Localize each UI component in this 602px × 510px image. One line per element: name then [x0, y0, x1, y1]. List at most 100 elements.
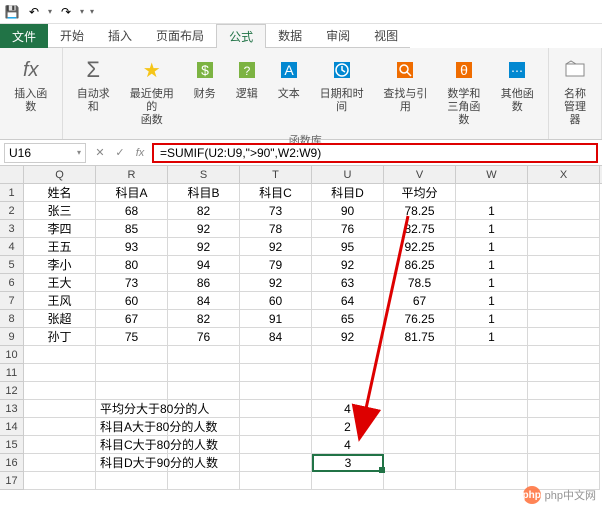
redo-dropdown-icon[interactable]: ▾: [80, 7, 84, 16]
row-header[interactable]: 5: [0, 256, 23, 274]
cell[interactable]: [528, 346, 600, 364]
cell[interactable]: 81.75: [384, 328, 456, 346]
row-header[interactable]: 15: [0, 436, 23, 454]
cell[interactable]: [168, 382, 240, 400]
cell[interactable]: [456, 400, 528, 418]
cell[interactable]: 76: [168, 328, 240, 346]
tab-formulas[interactable]: 公式: [216, 24, 266, 48]
cell[interactable]: 张超: [24, 310, 96, 328]
cell[interactable]: 92.25: [384, 238, 456, 256]
cell[interactable]: 王风: [24, 292, 96, 310]
cell[interactable]: [312, 472, 384, 490]
cell[interactable]: 86.25: [384, 256, 456, 274]
cell[interactable]: 1: [456, 310, 528, 328]
cell[interactable]: 84: [240, 328, 312, 346]
more-functions-button[interactable]: ⋯ 其他函数: [493, 52, 542, 130]
cell[interactable]: [528, 184, 600, 202]
cell[interactable]: [528, 382, 600, 400]
cell[interactable]: 1: [456, 274, 528, 292]
datetime-button[interactable]: 日期和时间: [312, 52, 372, 130]
cell[interactable]: 73: [240, 202, 312, 220]
cell[interactable]: 93: [96, 238, 168, 256]
cell[interactable]: [24, 454, 96, 472]
cell[interactable]: 82: [168, 310, 240, 328]
row-header[interactable]: 16: [0, 454, 23, 472]
cell[interactable]: [456, 418, 528, 436]
cell[interactable]: 80: [96, 256, 168, 274]
chevron-down-icon[interactable]: ▾: [77, 148, 81, 157]
cell[interactable]: [528, 274, 600, 292]
cell[interactable]: 科目D大于90分的人数: [96, 454, 168, 472]
cell[interactable]: 李小: [24, 256, 96, 274]
cell[interactable]: 1: [456, 220, 528, 238]
cell[interactable]: [312, 382, 384, 400]
cell[interactable]: 78.25: [384, 202, 456, 220]
column-header[interactable]: V: [384, 166, 456, 183]
cell[interactable]: 67: [96, 310, 168, 328]
logical-button[interactable]: ? 逻辑: [228, 52, 266, 130]
cell[interactable]: [456, 364, 528, 382]
undo-icon[interactable]: ↶: [26, 4, 42, 20]
cell[interactable]: [168, 454, 240, 472]
cell[interactable]: [384, 436, 456, 454]
cell[interactable]: 79: [240, 256, 312, 274]
cell[interactable]: 92: [312, 328, 384, 346]
cell[interactable]: [528, 328, 600, 346]
cell[interactable]: [168, 436, 240, 454]
row-header[interactable]: 6: [0, 274, 23, 292]
column-header[interactable]: R: [96, 166, 168, 183]
cell[interactable]: 王五: [24, 238, 96, 256]
save-icon[interactable]: 💾: [4, 4, 20, 20]
row-header[interactable]: 8: [0, 310, 23, 328]
cell[interactable]: 1: [456, 202, 528, 220]
cell[interactable]: [528, 292, 600, 310]
cell[interactable]: 85: [96, 220, 168, 238]
autosum-button[interactable]: Σ 自动求和: [69, 52, 118, 130]
insert-function-button[interactable]: fx 插入函数: [6, 52, 56, 137]
math-button[interactable]: θ 数学和 三角函数: [439, 52, 488, 130]
cell[interactable]: [240, 346, 312, 364]
cell[interactable]: [240, 436, 312, 454]
row-header[interactable]: 13: [0, 400, 23, 418]
column-header[interactable]: S: [168, 166, 240, 183]
cell[interactable]: 1: [456, 238, 528, 256]
cell[interactable]: [96, 346, 168, 364]
cell[interactable]: 90: [312, 202, 384, 220]
cell[interactable]: 92: [240, 274, 312, 292]
cell[interactable]: 1: [456, 328, 528, 346]
select-all-corner[interactable]: [0, 166, 24, 184]
tab-layout[interactable]: 页面布局: [144, 24, 216, 48]
cell[interactable]: [384, 472, 456, 490]
row-header[interactable]: 14: [0, 418, 23, 436]
cell[interactable]: 91: [240, 310, 312, 328]
cell[interactable]: [240, 400, 312, 418]
cell[interactable]: 67: [384, 292, 456, 310]
cell[interactable]: [456, 454, 528, 472]
row-header[interactable]: 7: [0, 292, 23, 310]
cell[interactable]: [384, 400, 456, 418]
cell[interactable]: [456, 472, 528, 490]
cell[interactable]: 孙丁: [24, 328, 96, 346]
undo-dropdown-icon[interactable]: ▾: [48, 7, 52, 16]
cell[interactable]: 60: [96, 292, 168, 310]
cell[interactable]: 92: [240, 238, 312, 256]
cell[interactable]: [528, 220, 600, 238]
cell[interactable]: 64: [312, 292, 384, 310]
cell[interactable]: [96, 382, 168, 400]
cell[interactable]: [528, 364, 600, 382]
cell[interactable]: [240, 454, 312, 472]
cancel-formula-button[interactable]: ✕: [90, 143, 110, 163]
cell[interactable]: [24, 472, 96, 490]
cell[interactable]: [240, 382, 312, 400]
cell[interactable]: 94: [168, 256, 240, 274]
cell[interactable]: [24, 382, 96, 400]
confirm-formula-button[interactable]: ✓: [110, 143, 130, 163]
cell[interactable]: [96, 472, 168, 490]
recent-functions-button[interactable]: ★ 最近使用的 函数: [122, 52, 182, 130]
cell[interactable]: 姓名: [24, 184, 96, 202]
row-header[interactable]: 1: [0, 184, 23, 202]
cell[interactable]: [168, 400, 240, 418]
cell[interactable]: [24, 364, 96, 382]
cell[interactable]: 73: [96, 274, 168, 292]
cell[interactable]: 95: [312, 238, 384, 256]
